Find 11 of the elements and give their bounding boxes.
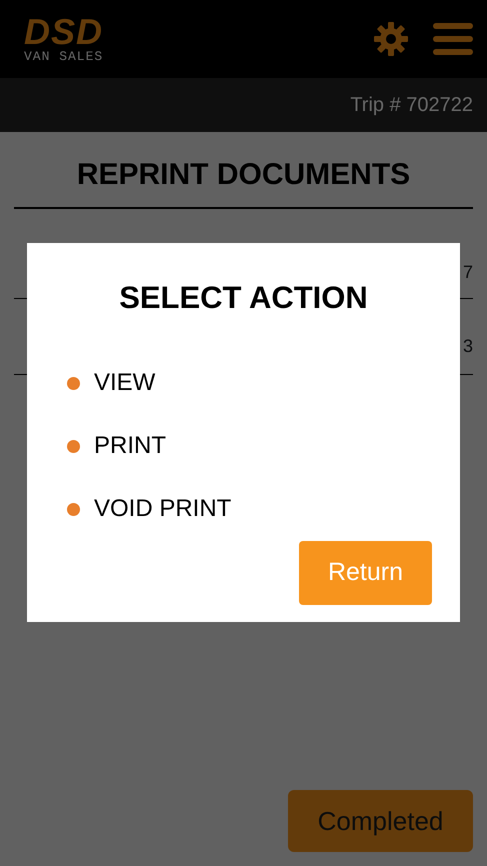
row-value: 7 [462, 261, 473, 284]
menu-icon[interactable] [433, 23, 473, 55]
action-option[interactable]: VIEW [94, 365, 156, 401]
logo: DSD VAN SALES [24, 14, 104, 64]
dialog-title: SELECT ACTION [118, 279, 369, 317]
page-title: REPRINT DOCUMENTS [76, 157, 412, 193]
action-option[interactable]: VOID PRINT [94, 491, 232, 527]
settings-icon[interactable] [373, 21, 409, 57]
action-option[interactable]: PRINT [94, 428, 166, 464]
row-value: 3 [462, 335, 473, 358]
trip-number: Trip # 702722 [350, 93, 473, 118]
